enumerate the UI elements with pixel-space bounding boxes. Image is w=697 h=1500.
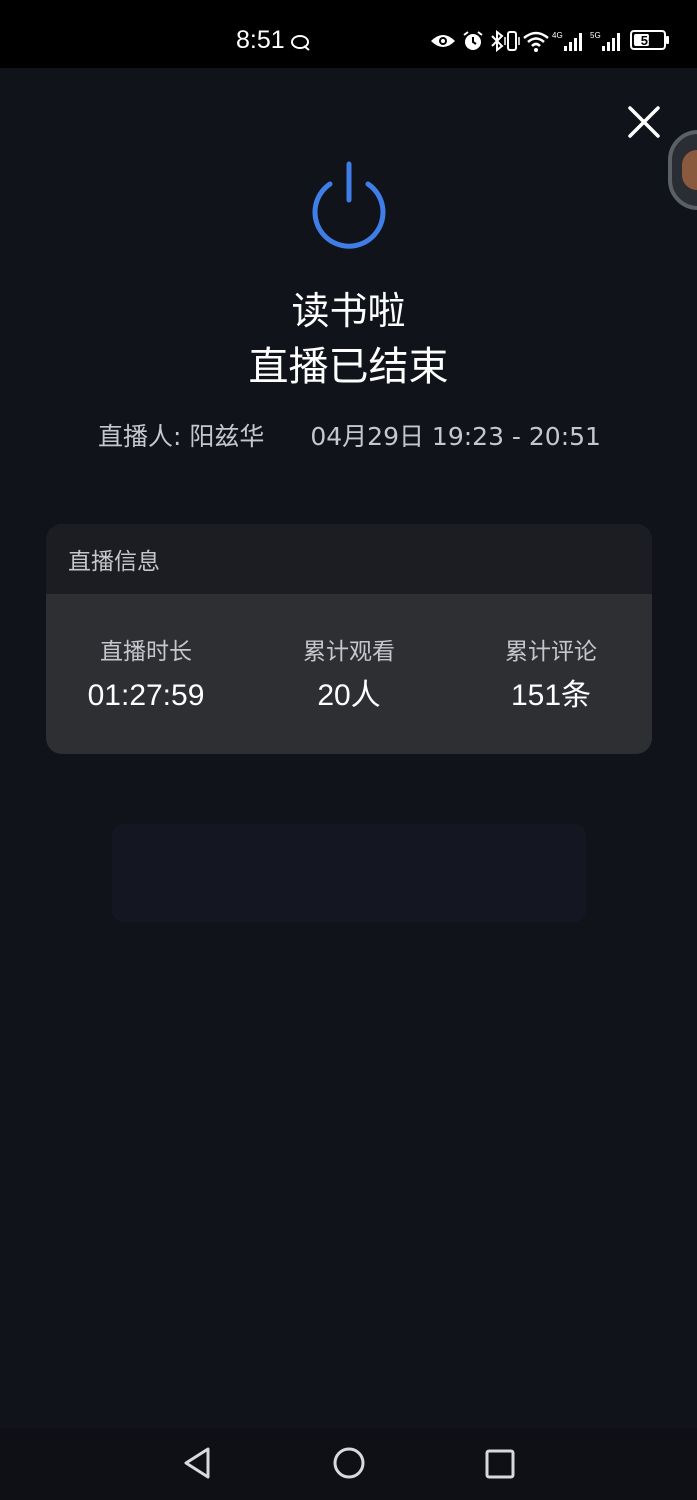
- wifi-icon: [523, 31, 549, 52]
- live-time-range: 04月29日 19:23 - 20:51: [310, 422, 601, 451]
- live-info-card: 直播信息 直播时长 01:27:59 累计观看 20人 累计评论 151条: [46, 524, 652, 754]
- signal-icon: 5G: [590, 31, 620, 51]
- chat-bubble-icon: [291, 35, 310, 51]
- back-icon[interactable]: [182, 1446, 212, 1480]
- live-title: 读书啦: [291, 289, 406, 333]
- stat-duration: 直播时长 01:27:59: [46, 636, 246, 718]
- battery-level: 55: [640, 32, 656, 48]
- recent-apps-icon[interactable]: [484, 1448, 516, 1480]
- stat-label: 累计观看: [303, 639, 395, 665]
- battery-tip: [666, 36, 669, 44]
- avatar-image: [682, 150, 697, 190]
- stat-value: 20人: [317, 679, 381, 712]
- stats-row: 直播时长 01:27:59 累计观看 20人 累计评论 151条: [46, 594, 652, 754]
- close-icon[interactable]: [624, 102, 664, 142]
- network-4g-label: 4G: [552, 31, 563, 40]
- host-name: 阳兹华: [189, 422, 265, 451]
- stat-viewers: 累计观看 20人: [249, 636, 449, 718]
- alarm-icon: [463, 31, 483, 50]
- status-time: 8:51: [236, 26, 285, 54]
- live-ended-text: 直播已结束: [248, 344, 449, 390]
- floating-avatar[interactable]: [668, 130, 697, 210]
- network-5g-label: 5G: [590, 31, 601, 40]
- bluetooth-icon: [491, 30, 504, 52]
- stat-label: 累计评论: [505, 639, 597, 665]
- info-card-header: 直播信息: [46, 524, 652, 594]
- stat-comments: 累计评论 151条: [451, 636, 651, 718]
- host-info: 直播人: 阳兹华 04月29日 19:23 - 20:51: [98, 420, 601, 454]
- status-bar: 8:51 4G 5G 55: [0, 0, 697, 68]
- battery-icon: 55: [630, 30, 666, 50]
- stat-value: 151条: [510, 679, 592, 712]
- host-label: 直播人:: [98, 422, 182, 451]
- stat-label: 直播时长: [100, 639, 192, 665]
- stat-value: 01:27:59: [87, 679, 205, 712]
- signal-icon: 4G: [552, 31, 582, 51]
- power-icon: [312, 161, 386, 249]
- home-icon[interactable]: [332, 1446, 366, 1480]
- eye-icon: [431, 35, 455, 47]
- placeholder-block: [112, 824, 586, 922]
- vibrate-icon: [504, 31, 520, 51]
